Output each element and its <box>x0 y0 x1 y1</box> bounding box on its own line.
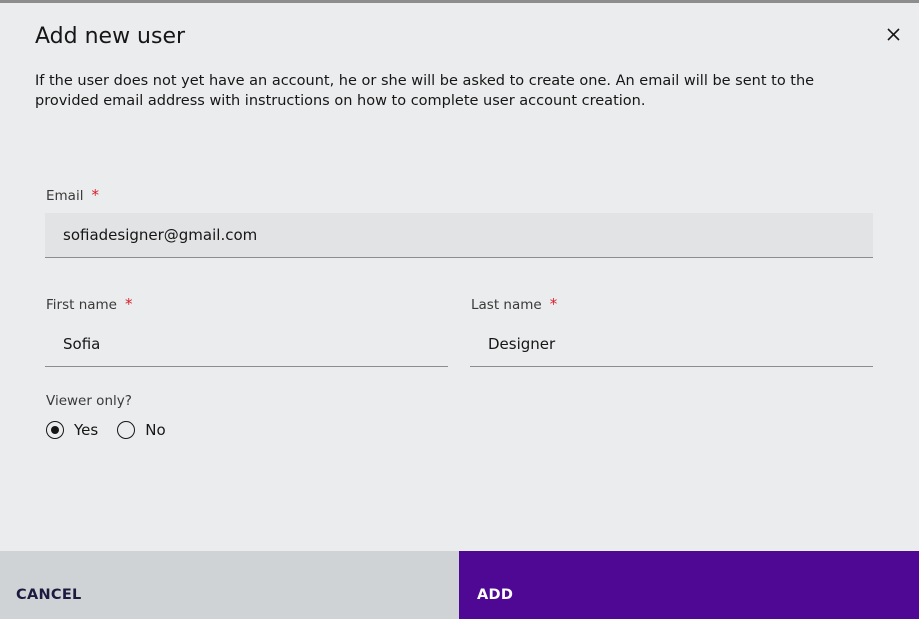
radio-selected-dot <box>51 426 59 434</box>
add-button[interactable]: ADD <box>459 551 919 619</box>
last-name-field[interactable] <box>470 322 873 367</box>
last-name-required-marker: * <box>549 295 558 313</box>
modal-description: If the user does not yet have an account… <box>35 73 815 109</box>
email-label-row: Email * <box>46 186 99 204</box>
first-name-field[interactable] <box>45 322 448 367</box>
radio-label-no: No <box>145 421 166 439</box>
add-user-modal: Add new user If the user does not yet ha… <box>0 0 919 619</box>
radio-option-yes[interactable]: Yes <box>46 421 98 439</box>
viewer-only-label: Viewer only? <box>46 393 132 409</box>
close-button[interactable] <box>880 21 906 47</box>
modal-footer: CANCEL ADD <box>0 551 919 619</box>
radio-label-yes: Yes <box>74 421 99 439</box>
radio-button-yes[interactable] <box>46 421 64 439</box>
first-name-required-marker: * <box>125 295 133 313</box>
last-name-label-row: Last name * <box>471 295 557 313</box>
close-icon <box>886 27 900 41</box>
cancel-button[interactable]: CANCEL <box>0 551 459 619</box>
radio-option-no[interactable]: No <box>117 421 166 439</box>
radio-button-no[interactable] <box>117 421 136 439</box>
email-required-marker: * <box>91 186 99 204</box>
viewer-only-radio-group: Yes No <box>46 421 185 439</box>
email-field[interactable] <box>45 213 873 258</box>
last-name-label: Last name <box>471 297 542 313</box>
email-label: Email <box>46 188 84 204</box>
modal-title: Add new user <box>35 24 186 49</box>
first-name-label-row: First name * <box>46 295 133 313</box>
first-name-label: First name <box>46 297 117 313</box>
